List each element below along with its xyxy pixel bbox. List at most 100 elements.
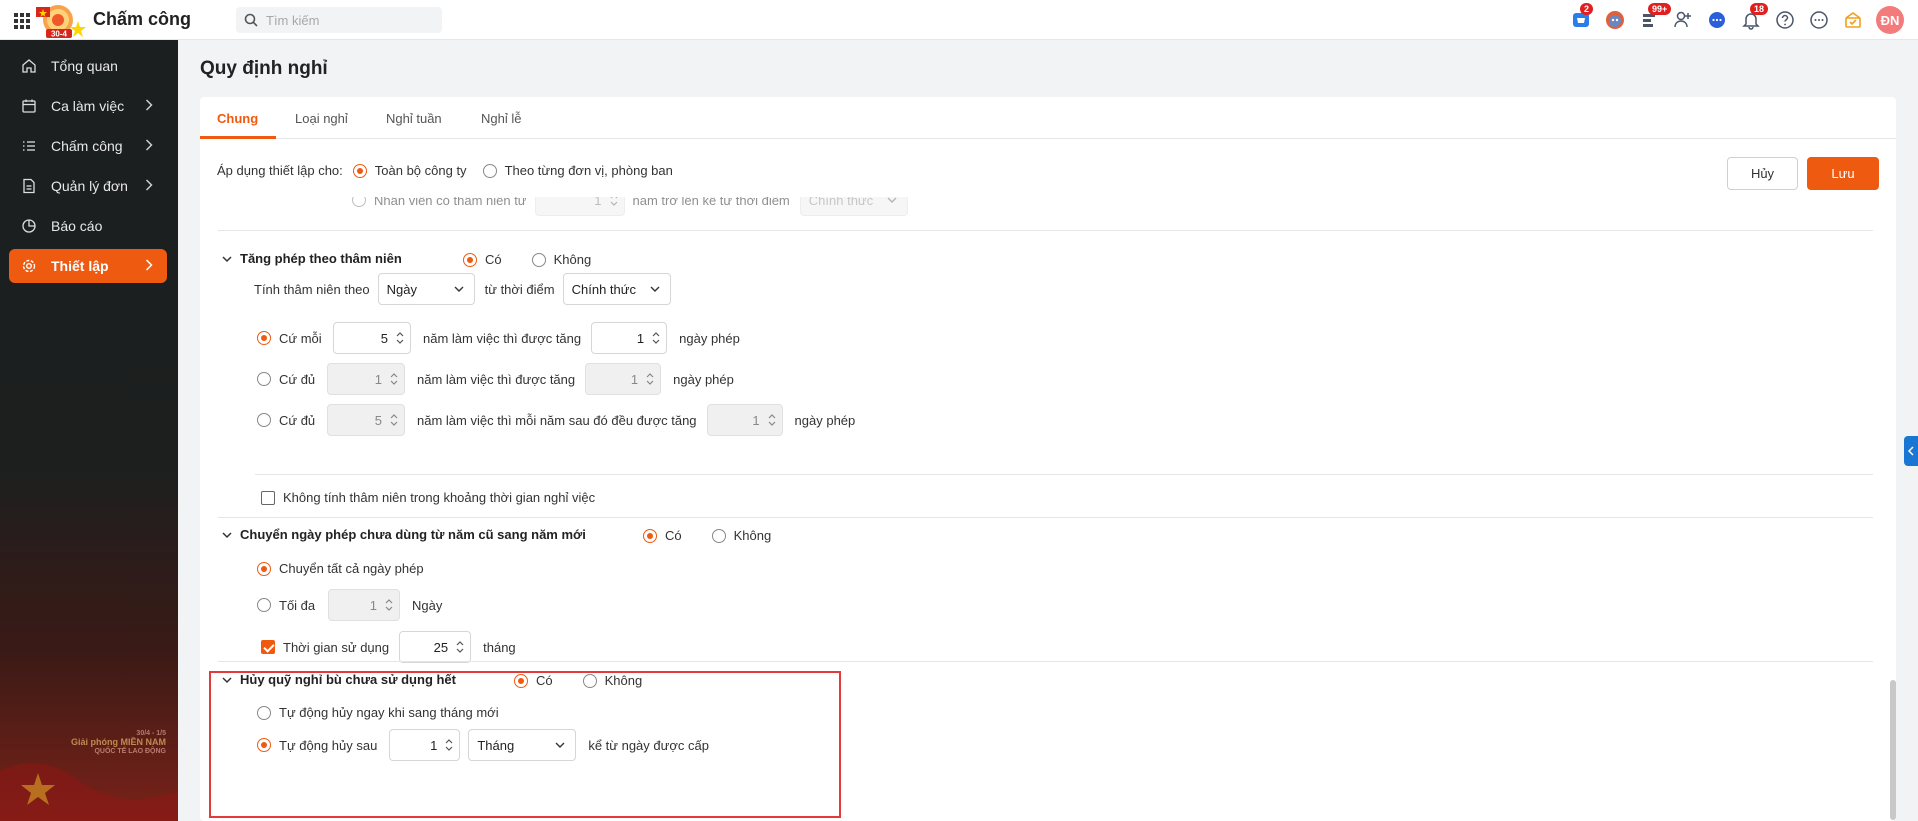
apply-scope-row: Áp dụng thiết lập cho: Toàn bộ công ty T… bbox=[217, 163, 673, 178]
seniority-full-each-days-stepper[interactable]: 1 bbox=[706, 404, 783, 436]
help-icon bbox=[1776, 11, 1794, 29]
carryover-max-radio[interactable] bbox=[257, 598, 271, 612]
stepper-arrows-icon bbox=[610, 197, 617, 206]
seniority-every-days-stepper[interactable]: 1 bbox=[591, 322, 668, 354]
content-scrollbar[interactable] bbox=[1890, 140, 1896, 820]
sidebar: Tổng quan Ca làm việc Chấm công Quản lý … bbox=[0, 40, 178, 821]
sidebar-item-overview[interactable]: Tổng quan bbox=[9, 49, 167, 83]
tab-general[interactable]: Chung bbox=[217, 111, 258, 126]
sidebar-item-requests[interactable]: Quản lý đơn bbox=[9, 169, 167, 203]
carryover-section-header[interactable]: Chuyển ngày phép chưa dùng từ năm cũ san… bbox=[222, 527, 586, 542]
partial-seniority-years-stepper[interactable]: 1 bbox=[534, 197, 625, 216]
chevron-right-icon bbox=[145, 259, 153, 271]
add-user-button[interactable] bbox=[1666, 6, 1700, 34]
stepper-arrows-icon bbox=[385, 599, 393, 611]
sidebar-item-reports[interactable]: Báo cáo bbox=[9, 209, 167, 243]
seniority-full-years-stepper[interactable]: 1 bbox=[327, 363, 405, 395]
apply-all-radio[interactable] bbox=[352, 163, 367, 178]
tab-leave-types[interactable]: Loại nghỉ bbox=[295, 111, 348, 126]
sidebar-item-timekeeping[interactable]: Chấm công bbox=[9, 129, 167, 163]
more-button[interactable] bbox=[1802, 6, 1836, 34]
apps-grid-icon[interactable] bbox=[14, 13, 30, 29]
seniority-exclude-row: Không tính thâm niên trong khoảng thời g… bbox=[261, 490, 595, 505]
scroll-thumb[interactable] bbox=[1890, 680, 1896, 820]
comp-leave-after-radio[interactable] bbox=[257, 738, 271, 752]
carryover-all-row: Chuyển tất cả ngày phép bbox=[257, 561, 424, 576]
chevron-down-icon bbox=[222, 255, 232, 262]
carryover-max-stepper[interactable]: 1 bbox=[328, 589, 400, 621]
seniority-unit-select[interactable]: Ngày bbox=[377, 273, 475, 305]
side-panel-toggle[interactable] bbox=[1904, 436, 1918, 466]
comp-leave-no-radio[interactable] bbox=[582, 673, 597, 688]
comp-leave-after-row: Tự động hủy sau 1 Tháng kể từ ngày được … bbox=[257, 725, 709, 765]
stepper-arrows-icon bbox=[445, 739, 453, 751]
seniority-exclude-checkbox[interactable] bbox=[261, 490, 275, 505]
tab-weekly-off[interactable]: Nghỉ tuần bbox=[386, 111, 442, 126]
bot-avatar-icon bbox=[1606, 11, 1624, 29]
notifications-button[interactable]: 18 bbox=[1734, 3, 1769, 34]
pie-chart-icon bbox=[22, 219, 36, 233]
carryover-section-title: Chuyển ngày phép chưa dùng từ năm cũ san… bbox=[240, 527, 586, 542]
cart-badge: 2 bbox=[1580, 3, 1594, 15]
comp-leave-after-unit-select[interactable]: Tháng bbox=[468, 729, 577, 761]
comp-leave-after-stepper[interactable]: 1 bbox=[389, 729, 461, 761]
sidebar-banner-graphic bbox=[0, 763, 178, 821]
stepper-arrows-icon bbox=[456, 641, 464, 653]
carryover-no-radio[interactable] bbox=[711, 528, 726, 543]
apply-unit-radio[interactable] bbox=[482, 163, 497, 178]
tab-holidays[interactable]: Nghỉ lễ bbox=[481, 111, 521, 126]
divider bbox=[255, 474, 1873, 475]
user-avatar[interactable]: ĐN bbox=[1876, 6, 1904, 34]
comp-leave-month-radio[interactable] bbox=[257, 705, 271, 720]
sidebar-item-label: Ca làm việc bbox=[51, 98, 125, 114]
help-button[interactable] bbox=[1768, 6, 1802, 34]
carryover-max-row: Tối đa 1 Ngày bbox=[257, 589, 442, 621]
partial-seniority-radio[interactable] bbox=[352, 197, 366, 207]
search-box[interactable] bbox=[236, 7, 442, 33]
carryover-toggle: Có Không bbox=[643, 528, 771, 543]
sidebar-banner-text: 30/4 - 1/5 Giải phóng MIỀN NAM QUỐC TẾ L… bbox=[71, 730, 166, 755]
seniority-full-each-radio[interactable] bbox=[257, 413, 271, 427]
seniority-from-select[interactable]: Chính thức bbox=[562, 273, 671, 305]
chevron-down-icon bbox=[887, 197, 897, 203]
cart-button[interactable]: 2 bbox=[1564, 3, 1598, 34]
seniority-every-radio[interactable] bbox=[257, 331, 271, 345]
seniority-full-each-years-stepper[interactable]: 5 bbox=[327, 404, 405, 436]
sidebar-item-settings[interactable]: Thiết lập bbox=[9, 249, 167, 283]
top-bar: 30-4 Chấm công 2 99+ 18 bbox=[0, 0, 1918, 40]
gift-button[interactable] bbox=[1836, 6, 1870, 34]
divider bbox=[218, 661, 1873, 662]
partial-seniority-from-select[interactable]: Chính thức bbox=[799, 197, 908, 216]
stepper-arrows-icon bbox=[390, 414, 398, 426]
divider bbox=[218, 517, 1873, 518]
carryover-yes-radio[interactable] bbox=[643, 528, 657, 543]
app-logo: 30-4 bbox=[36, 5, 86, 39]
seniority-full-days-stepper[interactable]: 1 bbox=[585, 363, 662, 395]
carryover-all-radio[interactable] bbox=[257, 561, 271, 576]
chevron-down-icon bbox=[555, 742, 565, 748]
sidebar-item-shifts[interactable]: Ca làm việc bbox=[9, 89, 167, 123]
calendar-icon bbox=[22, 99, 36, 113]
seniority-every-years-stepper[interactable]: 5 bbox=[333, 322, 411, 354]
chat-button[interactable] bbox=[1700, 6, 1734, 34]
save-button[interactable]: Lưu bbox=[1807, 157, 1879, 190]
chevron-right-icon bbox=[145, 179, 153, 191]
comp-leave-section-header[interactable]: Hủy quỹ nghỉ bù chưa sử dụng hết bbox=[222, 672, 456, 687]
carryover-usage-stepper[interactable]: 25 bbox=[399, 631, 472, 663]
cancel-button[interactable]: Hủy bbox=[1727, 157, 1798, 190]
svg-text:30-4: 30-4 bbox=[51, 30, 68, 39]
home-icon bbox=[22, 59, 36, 73]
search-input[interactable] bbox=[266, 12, 436, 28]
sidebar-item-label: Tổng quan bbox=[51, 58, 118, 74]
stepper-arrows-icon bbox=[646, 373, 654, 385]
sidebar-item-label: Báo cáo bbox=[51, 218, 103, 234]
apply-all-label: Toàn bộ công ty bbox=[374, 163, 467, 178]
top-icons: 2 99+ 18 ĐN bbox=[1564, 3, 1904, 34]
seniority-full-radio[interactable] bbox=[257, 372, 271, 386]
tasks-button[interactable]: 99+ bbox=[1632, 3, 1672, 34]
comp-leave-yes-radio[interactable] bbox=[514, 673, 528, 688]
sidebar-item-label: Chấm công bbox=[51, 138, 123, 154]
assistant-button[interactable] bbox=[1598, 6, 1632, 34]
carryover-usage-checkbox[interactable] bbox=[261, 640, 275, 654]
gift-icon bbox=[1845, 12, 1861, 28]
